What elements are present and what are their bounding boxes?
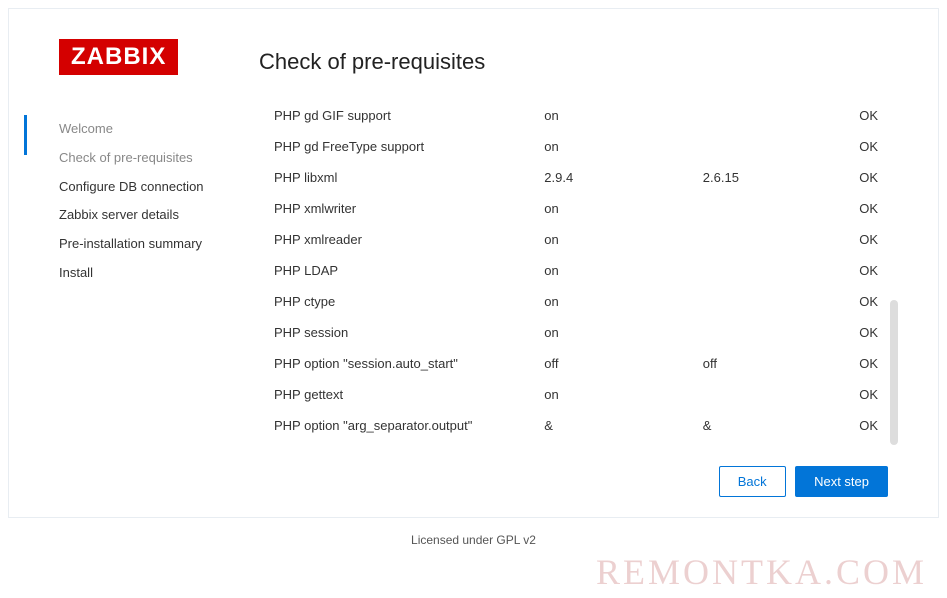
check-required-value	[703, 255, 830, 286]
wizard-step-0[interactable]: Welcome	[59, 115, 259, 144]
check-name: PHP option "arg_separator.output"	[259, 410, 544, 441]
check-row: PHP sessionon OK	[259, 317, 893, 348]
wizard-step-5[interactable]: Install	[59, 259, 259, 288]
check-required-value: 2.6.15	[703, 162, 830, 193]
check-required-value	[703, 224, 830, 255]
check-status: OK	[830, 255, 893, 286]
main-content: Check of pre-requisites PHP gd GIF suppo…	[259, 39, 898, 497]
check-status: OK	[830, 224, 893, 255]
check-name: PHP gd GIF support	[259, 100, 544, 131]
check-current-value: on	[544, 193, 703, 224]
check-status: OK	[830, 193, 893, 224]
check-row: PHP gd FreeType supporton OK	[259, 131, 893, 162]
zabbix-logo: ZABBIX	[59, 39, 178, 75]
check-row: PHP LDAPon OK	[259, 255, 893, 286]
check-row: PHP option "session.auto_start"offoffOK	[259, 348, 893, 379]
scrollbar[interactable]	[890, 300, 898, 445]
check-required-value	[703, 131, 830, 162]
check-status: OK	[830, 379, 893, 410]
check-name: PHP option "session.auto_start"	[259, 348, 544, 379]
check-name: PHP LDAP	[259, 255, 544, 286]
check-required-value	[703, 379, 830, 410]
requirements-table: PHP gd GIF supportonOKPHP gd FreeType su…	[259, 100, 893, 441]
check-name: PHP gd FreeType support	[259, 131, 544, 162]
wizard-step-2[interactable]: Configure DB connection	[59, 173, 259, 202]
page-title: Check of pre-requisites	[259, 49, 898, 75]
check-status: OK	[830, 100, 893, 131]
check-row: PHP libxml2.9.42.6.15OK	[259, 162, 893, 193]
wizard-step-1[interactable]: Check of pre-requisites	[59, 144, 259, 173]
check-required-value	[703, 193, 830, 224]
watermark: REMONTKA.COM	[596, 551, 927, 593]
check-row: PHP xmlreaderon OK	[259, 224, 893, 255]
check-status: OK	[830, 131, 893, 162]
check-required-value	[703, 100, 830, 131]
check-current-value: on	[544, 224, 703, 255]
check-current-value: on	[544, 255, 703, 286]
check-current-value: on	[544, 100, 703, 131]
wizard-steps-nav: WelcomeCheck of pre-requisitesConfigure …	[59, 115, 259, 288]
check-name: PHP xmlreader	[259, 224, 544, 255]
check-name: PHP libxml	[259, 162, 544, 193]
check-row: PHP ctypeon OK	[259, 286, 893, 317]
check-row: PHP gettexton OK	[259, 379, 893, 410]
license-footer: Licensed under GPL v2	[0, 533, 947, 547]
check-current-value: on	[544, 317, 703, 348]
wizard-step-4[interactable]: Pre-installation summary	[59, 230, 259, 259]
check-required-value	[703, 286, 830, 317]
check-current-value: off	[544, 348, 703, 379]
check-row: PHP xmlwriteron OK	[259, 193, 893, 224]
sidebar: ZABBIX WelcomeCheck of pre-requisitesCon…	[9, 39, 259, 497]
check-name: PHP gettext	[259, 379, 544, 410]
check-current-value: &	[544, 410, 703, 441]
setup-wizard-container: ZABBIX WelcomeCheck of pre-requisitesCon…	[8, 8, 939, 518]
check-current-value: on	[544, 131, 703, 162]
requirements-table-container[interactable]: PHP gd GIF supportonOKPHP gd FreeType su…	[259, 100, 898, 446]
check-status: OK	[830, 317, 893, 348]
check-current-value: on	[544, 286, 703, 317]
check-name: PHP xmlwriter	[259, 193, 544, 224]
check-current-value: 2.9.4	[544, 162, 703, 193]
wizard-buttons: Back Next step	[259, 446, 898, 497]
wizard-step-3[interactable]: Zabbix server details	[59, 201, 259, 230]
check-row: PHP option "arg_separator.output"&&OK	[259, 410, 893, 441]
check-required-value: off	[703, 348, 830, 379]
check-required-value: &	[703, 410, 830, 441]
check-required-value	[703, 317, 830, 348]
back-button[interactable]: Back	[719, 466, 786, 497]
check-status: OK	[830, 410, 893, 441]
check-row: PHP gd GIF supporton OK	[259, 100, 893, 131]
check-name: PHP ctype	[259, 286, 544, 317]
check-status: OK	[830, 162, 893, 193]
check-status: OK	[830, 286, 893, 317]
check-current-value: on	[544, 379, 703, 410]
check-name: PHP session	[259, 317, 544, 348]
check-status: OK	[830, 348, 893, 379]
next-step-button[interactable]: Next step	[795, 466, 888, 497]
